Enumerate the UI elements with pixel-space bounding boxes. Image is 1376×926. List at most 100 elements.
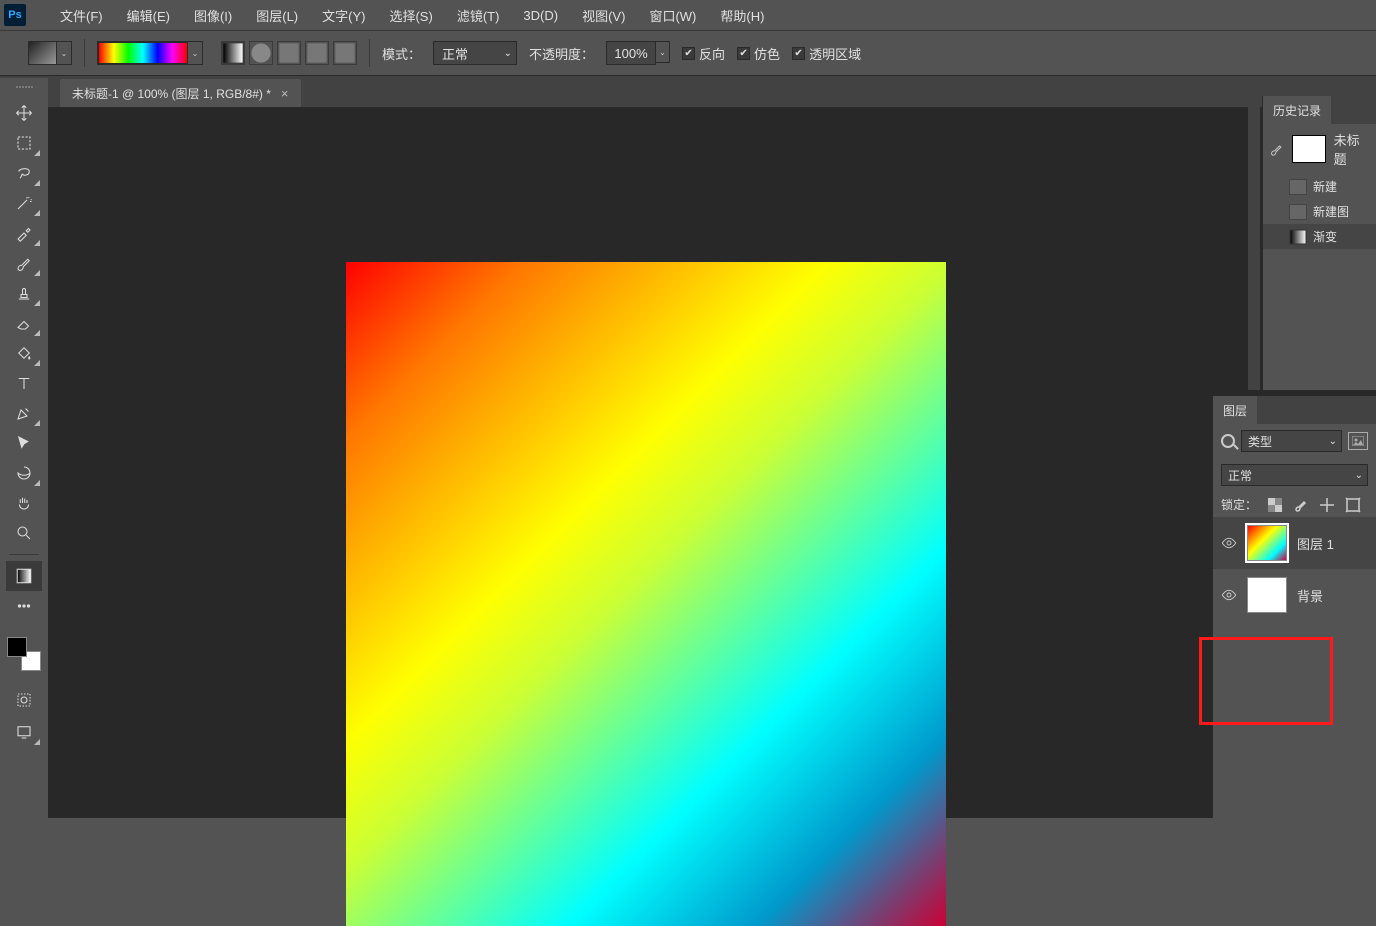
chevron-down-icon[interactable]: ⌄: [656, 41, 670, 63]
collapsed-dock-strip[interactable]: [1248, 96, 1260, 390]
tool-preset-picker[interactable]: ⌄: [28, 41, 72, 65]
marquee-tool[interactable]: [6, 128, 42, 158]
zoom-tool[interactable]: [6, 518, 42, 548]
pen-tool[interactable]: [6, 398, 42, 428]
document-tab-title: 未标题-1 @ 100% (图层 1, RGB/8#) *: [72, 85, 271, 102]
menu-help[interactable]: 帮助(H): [708, 0, 776, 30]
lock-position-icon[interactable]: [1319, 497, 1335, 513]
tools-panel: [0, 78, 48, 818]
menu-3d[interactable]: 3D(D): [511, 0, 570, 30]
menu-file[interactable]: 文件(F): [48, 0, 115, 30]
gradient-step-icon: [1289, 229, 1307, 245]
opacity-label: 不透明度：: [529, 44, 594, 63]
opacity-input[interactable]: 100%: [606, 41, 656, 65]
pixel-filter-icon[interactable]: [1348, 432, 1368, 450]
menu-filter[interactable]: 滤镜(T): [445, 0, 512, 30]
brush-tool[interactable]: [6, 248, 42, 278]
search-icon: [1221, 434, 1235, 448]
step-icon: [1289, 204, 1307, 220]
history-brush-icon: [1269, 141, 1284, 157]
chevron-down-icon: ⌄: [188, 42, 202, 64]
layer-filter-select[interactable]: 类型: [1241, 430, 1342, 452]
diamond-gradient-button[interactable]: [333, 41, 357, 65]
layer-filter-row: 类型: [1213, 424, 1376, 458]
layer-name[interactable]: 背景: [1297, 586, 1323, 605]
layer-thumbnail[interactable]: [1247, 525, 1287, 561]
document-tab[interactable]: 未标题-1 @ 100% (图层 1, RGB/8#) * ×: [60, 79, 301, 107]
snapshot-label: 未标题: [1334, 130, 1370, 168]
panel-tabs: 历史记录: [1263, 96, 1376, 124]
more-tools[interactable]: [6, 591, 42, 621]
stamp-tool[interactable]: [6, 278, 42, 308]
eyedropper-tool[interactable]: [6, 218, 42, 248]
dither-checkbox[interactable]: ✔仿色: [737, 44, 780, 63]
path-select-tool[interactable]: [6, 428, 42, 458]
gradient-picker[interactable]: ⌄: [97, 41, 203, 65]
layer-row[interactable]: 图层 1: [1213, 517, 1376, 569]
layers-list: 图层 1 背景: [1213, 517, 1376, 621]
transparency-checkbox[interactable]: ✔透明区域: [792, 44, 861, 63]
layer-row[interactable]: 背景: [1213, 569, 1376, 621]
lock-label: 锁定：: [1221, 496, 1257, 513]
separator: [9, 554, 39, 555]
linear-gradient-button[interactable]: [221, 41, 245, 65]
gradient-swatch-icon: [29, 42, 57, 64]
radial-gradient-button[interactable]: [249, 41, 273, 65]
layer-lock-row: 锁定：: [1213, 492, 1376, 517]
history-snapshot[interactable]: 未标题: [1263, 124, 1376, 174]
quickmask-toggle[interactable]: [6, 685, 42, 715]
step-icon: [1289, 179, 1307, 195]
gradient-tool[interactable]: [6, 561, 42, 591]
close-icon[interactable]: ×: [281, 86, 289, 101]
menu-layer[interactable]: 图层(L): [244, 0, 310, 30]
history-step[interactable]: 新建: [1263, 174, 1376, 199]
angle-gradient-button[interactable]: [277, 41, 301, 65]
color-swatches[interactable]: [7, 637, 41, 671]
visibility-toggle[interactable]: [1221, 535, 1237, 551]
foreground-color-swatch[interactable]: [7, 637, 27, 657]
menu-image[interactable]: 图像(I): [182, 0, 244, 30]
tab-layers[interactable]: 图层: [1213, 396, 1257, 424]
lock-artboard-icon[interactable]: [1345, 497, 1361, 513]
document-tab-bar: 未标题-1 @ 100% (图层 1, RGB/8#) * ×: [0, 76, 1376, 108]
canvas-area: [48, 108, 1376, 818]
layer-thumbnail[interactable]: [1247, 577, 1287, 613]
lock-transparency-icon[interactable]: [1267, 497, 1283, 513]
eraser-tool[interactable]: [6, 308, 42, 338]
menu-view[interactable]: 视图(V): [570, 0, 637, 30]
hand-tool[interactable]: [6, 488, 42, 518]
reflected-gradient-button[interactable]: [305, 41, 329, 65]
panel-grip-icon[interactable]: [10, 86, 38, 92]
separator: [369, 39, 370, 67]
checkmark-icon: ✔: [682, 47, 695, 60]
lock-paint-icon[interactable]: [1293, 497, 1309, 513]
shape-tool[interactable]: [6, 458, 42, 488]
history-step[interactable]: 渐变: [1263, 224, 1376, 249]
type-tool[interactable]: [6, 368, 42, 398]
menu-window[interactable]: 窗口(W): [637, 0, 708, 30]
screenmode-toggle[interactable]: [6, 717, 42, 747]
panel-tabs: 图层: [1213, 396, 1376, 424]
visibility-toggle[interactable]: [1221, 587, 1237, 603]
blend-mode-select[interactable]: 正常: [433, 41, 517, 65]
options-bar: ⌄ ⌄ 模式： 正常 不透明度： 100% ⌄ ✔反向 ✔仿色 ✔透明区域: [0, 30, 1376, 76]
checkmark-icon: ✔: [737, 47, 750, 60]
document-canvas[interactable]: [346, 262, 946, 926]
move-tool[interactable]: [6, 98, 42, 128]
menu-edit[interactable]: 编辑(E): [115, 0, 182, 30]
menu-select[interactable]: 选择(S): [377, 0, 444, 30]
history-step-label: 新建: [1313, 178, 1337, 195]
reverse-checkbox[interactable]: ✔反向: [682, 44, 725, 63]
bucket-tool[interactable]: [6, 338, 42, 368]
history-step[interactable]: 新建图: [1263, 199, 1376, 224]
snapshot-thumb: [1292, 135, 1326, 163]
tab-history[interactable]: 历史记录: [1263, 96, 1331, 124]
layer-name[interactable]: 图层 1: [1297, 534, 1334, 553]
magic-wand-tool[interactable]: [6, 188, 42, 218]
chevron-down-icon: ⌄: [57, 42, 71, 64]
layer-blend-select[interactable]: 正常: [1221, 464, 1368, 486]
lasso-tool[interactable]: [6, 158, 42, 188]
layer-filter-value: 类型: [1248, 433, 1272, 450]
history-step-label: 新建图: [1313, 203, 1349, 220]
menu-type[interactable]: 文字(Y): [310, 0, 377, 30]
